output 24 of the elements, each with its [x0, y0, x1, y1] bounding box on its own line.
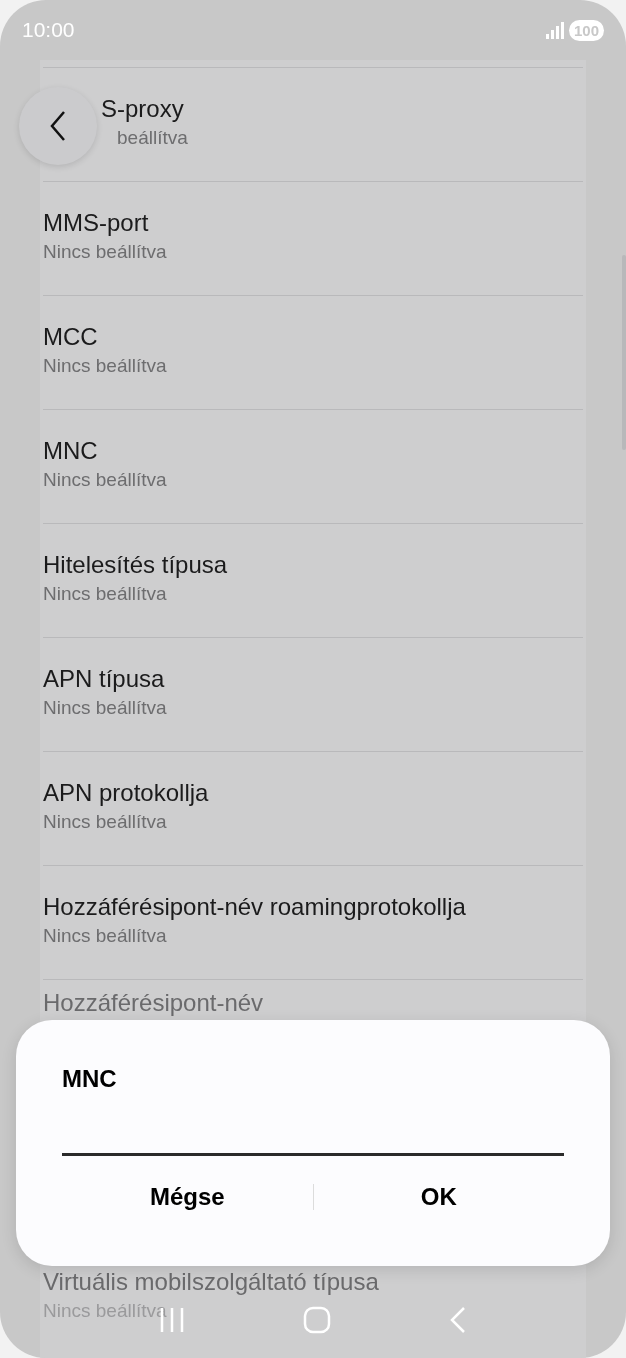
setting-title[interactable]: S-proxy: [101, 94, 184, 124]
home-icon[interactable]: [303, 1306, 331, 1334]
dialog-button[interactable]: Mégse: [62, 1162, 313, 1232]
signal-icon: [544, 20, 565, 40]
setting-title[interactable]: Hitelesítés típusa: [43, 550, 228, 580]
setting-title[interactable]: MCC: [43, 322, 98, 352]
setting-title[interactable]: MMS-port: [43, 208, 149, 238]
dialog-title: MNC: [62, 1064, 118, 1094]
setting-value: beállítva: [117, 126, 188, 150]
setting-value: Nincs beállítva: [43, 468, 167, 492]
back-icon: [48, 110, 68, 142]
setting-value: Nincs beállítva: [43, 810, 167, 834]
setting-value: Nincs beállítva: [43, 354, 167, 378]
setting-value: Nincs beállítva: [43, 924, 167, 948]
setting-title[interactable]: Virtuális mobilszolgáltató típusa: [43, 1267, 379, 1297]
setting-value: Nincs beállítva: [43, 582, 167, 606]
setting-title[interactable]: APN típusa: [43, 664, 165, 694]
back-icon[interactable]: [449, 1306, 467, 1334]
setting-title[interactable]: MNC: [43, 436, 98, 466]
setting-value: Nincs beállítva: [43, 696, 167, 720]
dialog-button[interactable]: OK: [313, 1162, 564, 1232]
setting-value: Nincs beállítva: [43, 240, 167, 264]
setting-title[interactable]: APN protokollja: [43, 778, 209, 808]
setting-title[interactable]: Hozzáférésipont-név roamingprotokollja: [43, 892, 466, 922]
